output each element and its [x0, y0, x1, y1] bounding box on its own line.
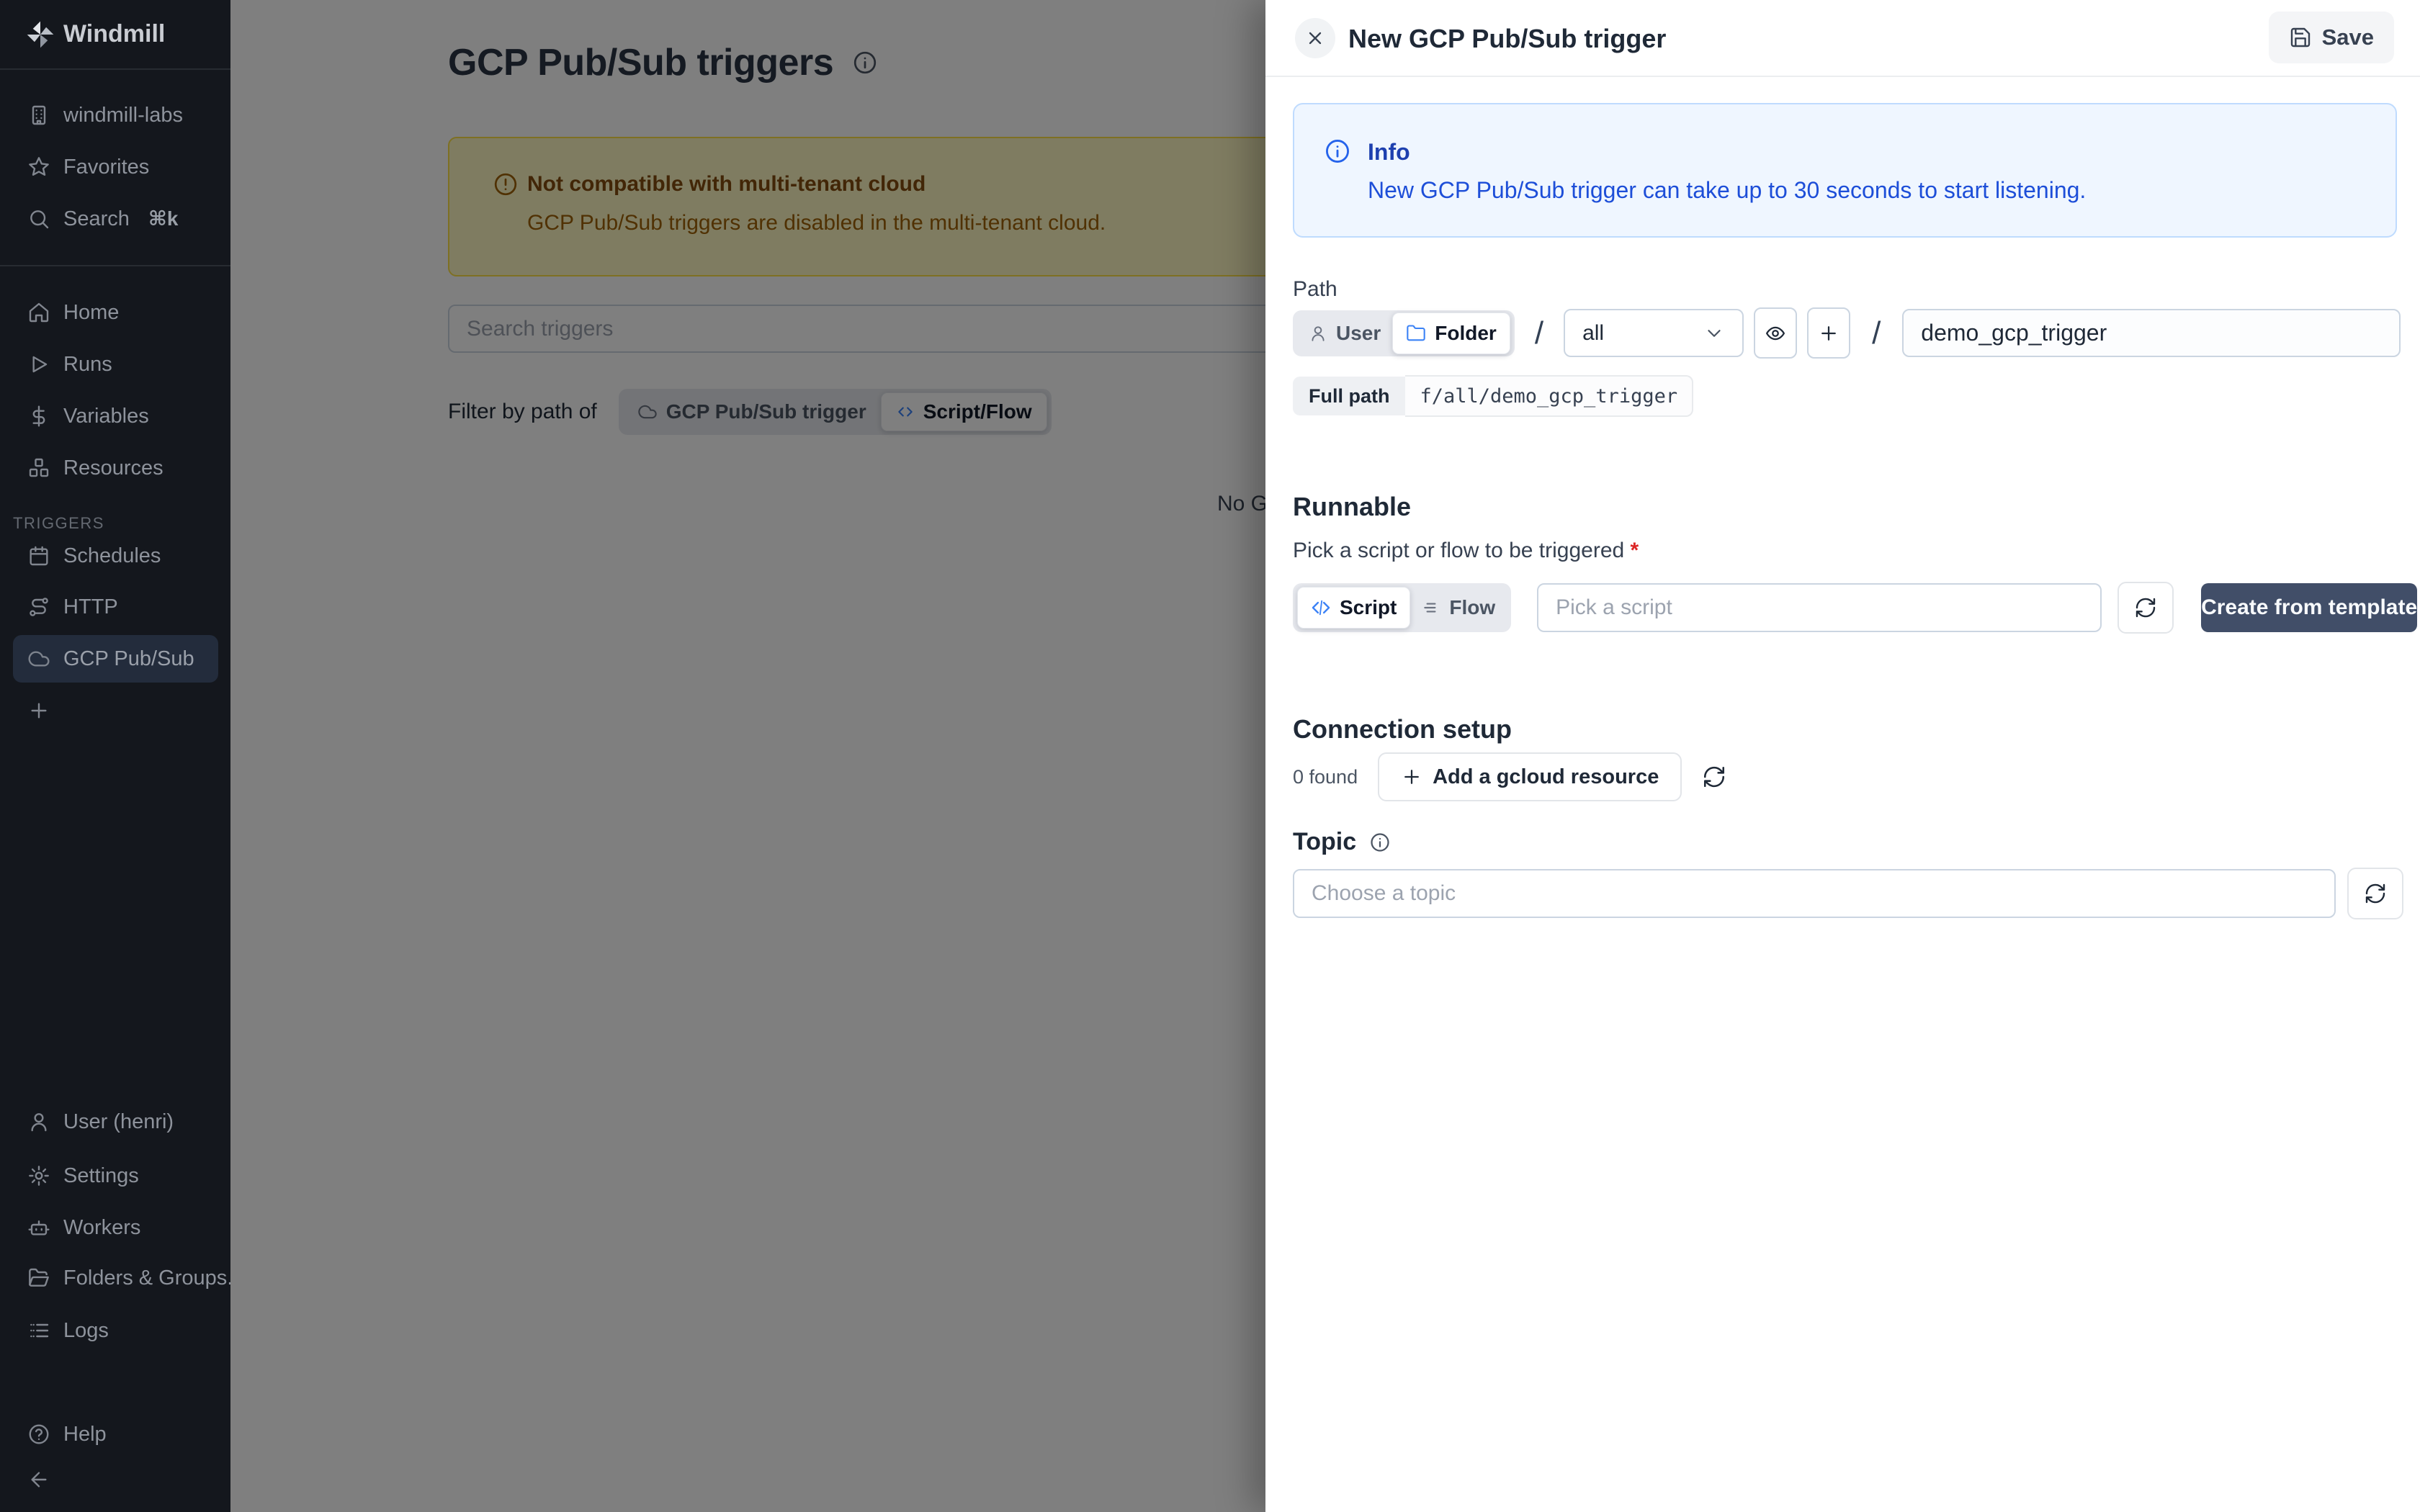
- path-separator: /: [1535, 315, 1543, 351]
- sidebar-item-search[interactable]: Search⌘k: [0, 193, 230, 245]
- chevron-down-icon: [1703, 323, 1725, 344]
- runnable-tab-script[interactable]: Script: [1297, 587, 1410, 629]
- eye-icon: [1765, 323, 1786, 344]
- trigger-name-input[interactable]: demo_gcp_trigger: [1902, 309, 2401, 357]
- sidebar-item-logs[interactable]: Logs: [0, 1305, 230, 1356]
- full-path-display: Full path f/all/demo_gcp_trigger: [1293, 377, 1693, 415]
- pick-script-input[interactable]: Pick a script: [1537, 583, 2102, 632]
- runnable-tab-flow[interactable]: Flow: [1410, 588, 1507, 628]
- sidebar-item-resources[interactable]: Resources: [0, 442, 230, 494]
- connection-heading: Connection setup: [1293, 714, 1512, 744]
- search-icon: [27, 207, 50, 230]
- search-shortcut: ⌘k: [148, 207, 179, 230]
- runnable-hint: Pick a script or flow to be triggered *: [1293, 539, 1639, 563]
- drawer-title: New GCP Pub/Sub trigger: [1348, 24, 1666, 54]
- new-trigger-drawer: New GCP Pub/Sub trigger Save Info New GC…: [1265, 0, 2420, 1512]
- dollar-icon: [27, 405, 50, 428]
- refresh-icon: [2134, 596, 2157, 619]
- collapse-sidebar-button[interactable]: [0, 1454, 230, 1506]
- sidebar-item-gcp-pubsub-active[interactable]: GCP Pub/Sub: [13, 635, 218, 683]
- full-path-value: f/all/demo_gcp_trigger: [1405, 375, 1693, 417]
- topic-info-icon[interactable]: [1369, 832, 1391, 853]
- path-separator: /: [1872, 315, 1881, 351]
- sidebar-item-runs[interactable]: Runs: [0, 338, 230, 390]
- drawer-header: New GCP Pub/Sub trigger Save: [1265, 0, 2420, 77]
- owner-kind-toggle: User Folder: [1293, 310, 1515, 356]
- gear-icon: [27, 1164, 50, 1187]
- save-button[interactable]: Save: [2269, 12, 2394, 63]
- sidebar-item-folders-groups[interactable]: Folders & Groups...: [0, 1252, 230, 1304]
- full-path-label: Full path: [1293, 377, 1405, 415]
- folder-icon: [1406, 323, 1426, 343]
- resources-found-count: 0 found: [1293, 766, 1358, 788]
- sidebar-item-http[interactable]: HTTP: [0, 581, 230, 633]
- owner-tab-user[interactable]: User: [1297, 315, 1392, 352]
- sidebar-item-user[interactable]: User (henri): [0, 1096, 230, 1148]
- bars-staggered-icon: [1422, 598, 1440, 617]
- sidebar-item-workspace[interactable]: windmill-labs: [0, 89, 230, 141]
- cubes-icon: [27, 456, 50, 480]
- calendar-icon: [27, 544, 50, 567]
- refresh-topics-button[interactable]: [2347, 868, 2403, 919]
- windmill-logo-icon[interactable]: [24, 19, 56, 50]
- brand-title: Windmill: [63, 20, 165, 48]
- refresh-scripts-button[interactable]: [2118, 582, 2174, 634]
- user-icon: [27, 1110, 50, 1133]
- plus-icon: [1818, 323, 1839, 344]
- sidebar-item-workers[interactable]: Workers: [0, 1202, 230, 1254]
- info-alert: Info New GCP Pub/Sub trigger can take up…: [1293, 103, 2397, 238]
- robot-icon: [27, 1216, 50, 1239]
- sidebar-item-help[interactable]: Help: [0, 1408, 230, 1460]
- add-trigger-kind-button[interactable]: [0, 685, 230, 737]
- list-icon: [27, 1319, 50, 1342]
- required-asterisk: *: [1631, 539, 1639, 562]
- info-icon: [1324, 138, 1351, 165]
- close-button[interactable]: [1295, 18, 1335, 58]
- route-icon: [27, 595, 50, 618]
- home-icon: [27, 301, 50, 324]
- play-icon: [27, 353, 50, 376]
- topic-heading: Topic: [1293, 828, 1356, 856]
- choose-topic-input[interactable]: Choose a topic: [1293, 869, 2336, 918]
- runnable-heading: Runnable: [1293, 492, 1411, 522]
- add-gcloud-resource-button[interactable]: Add a gcloud resource: [1378, 752, 1682, 801]
- create-from-template-button[interactable]: Create from template: [2201, 583, 2417, 632]
- folder-open-icon: [27, 1266, 50, 1290]
- refresh-resources-button[interactable]: [1702, 765, 1726, 789]
- help-icon: [27, 1423, 50, 1446]
- arrow-left-icon: [27, 1468, 50, 1491]
- owner-tab-folder[interactable]: Folder: [1392, 312, 1510, 354]
- sidebar-item-favorites[interactable]: Favorites: [0, 141, 230, 193]
- close-icon: [1305, 28, 1325, 48]
- info-body: New GCP Pub/Sub trigger can take up to 3…: [1368, 177, 2086, 204]
- path-label: Path: [1293, 277, 1337, 302]
- plus-icon: [1401, 766, 1422, 788]
- sidebar-divider: [0, 68, 230, 70]
- star-icon: [27, 156, 50, 179]
- refresh-icon: [2364, 882, 2387, 905]
- folder-select[interactable]: all: [1564, 309, 1744, 357]
- user-icon: [1309, 324, 1327, 343]
- sidebar-item-settings[interactable]: Settings: [0, 1150, 230, 1202]
- runnable-kind-toggle: Script Flow: [1293, 583, 1511, 632]
- new-folder-button[interactable]: [1807, 307, 1850, 359]
- info-title: Info: [1368, 139, 1410, 166]
- sidebar-item-schedules[interactable]: Schedules: [0, 530, 230, 582]
- drawer-backdrop[interactable]: [230, 0, 1265, 1512]
- sidebar: Windmill windmill-labs Favorites Search⌘…: [0, 0, 230, 1512]
- save-icon: [2289, 26, 2312, 49]
- sidebar-item-home[interactable]: Home: [0, 287, 230, 338]
- plus-icon: [27, 699, 50, 722]
- sidebar-item-variables[interactable]: Variables: [0, 390, 230, 442]
- preview-folder-button[interactable]: [1754, 307, 1797, 359]
- cloud-icon: [27, 647, 50, 670]
- sidebar-divider: [0, 265, 230, 266]
- code-icon: [1311, 598, 1331, 618]
